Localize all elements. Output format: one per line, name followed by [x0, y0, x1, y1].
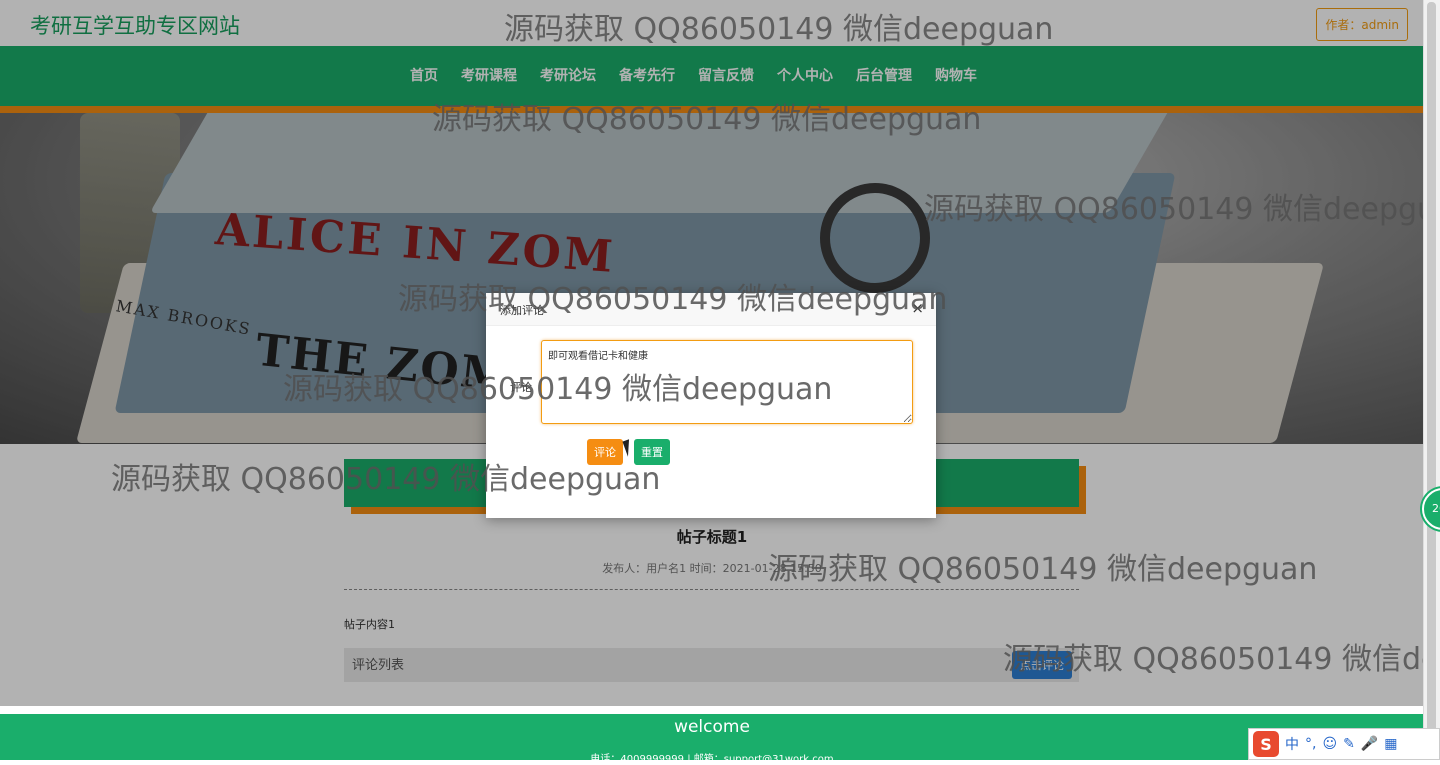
ime-logo-icon[interactable]: S — [1253, 731, 1279, 757]
dialog-header: 添加评论 × — [486, 293, 936, 326]
dialog-title: 添加评论 — [500, 304, 544, 317]
comment-textarea[interactable]: 即可观看借记卡和健康 — [541, 340, 913, 424]
scrollbar-thumb[interactable] — [1427, 2, 1436, 742]
vertical-scrollbar[interactable] — [1423, 0, 1440, 760]
close-icon[interactable]: × — [911, 299, 924, 317]
footer-contact: 电话：4009999999 | 邮箱：support@31work.com — [590, 754, 834, 765]
pen-icon[interactable]: ✎ — [1343, 736, 1355, 752]
comment-label: 评论 — [510, 381, 532, 394]
add-comment-dialog: 添加评论 × 评论 即可观看借记卡和健康 评论 重置 — [486, 293, 936, 518]
reset-button[interactable]: 重置 — [634, 439, 670, 465]
microphone-icon[interactable]: 🎤 — [1361, 736, 1378, 752]
grid-icon[interactable]: ▦ — [1384, 736, 1397, 752]
ime-toolbar[interactable]: S 中 °, ☺ ✎ 🎤 ▦ — [1248, 728, 1440, 760]
ime-mode[interactable]: 中 — [1285, 734, 1299, 754]
footer: welcome 电话：4009999999 | 邮箱：support@31wor… — [0, 714, 1424, 765]
footer-welcome: welcome — [674, 717, 750, 737]
submit-comment-button[interactable]: 评论 — [587, 439, 623, 465]
ime-punct[interactable]: °, — [1305, 736, 1316, 752]
emoji-icon[interactable]: ☺ — [1322, 736, 1337, 752]
